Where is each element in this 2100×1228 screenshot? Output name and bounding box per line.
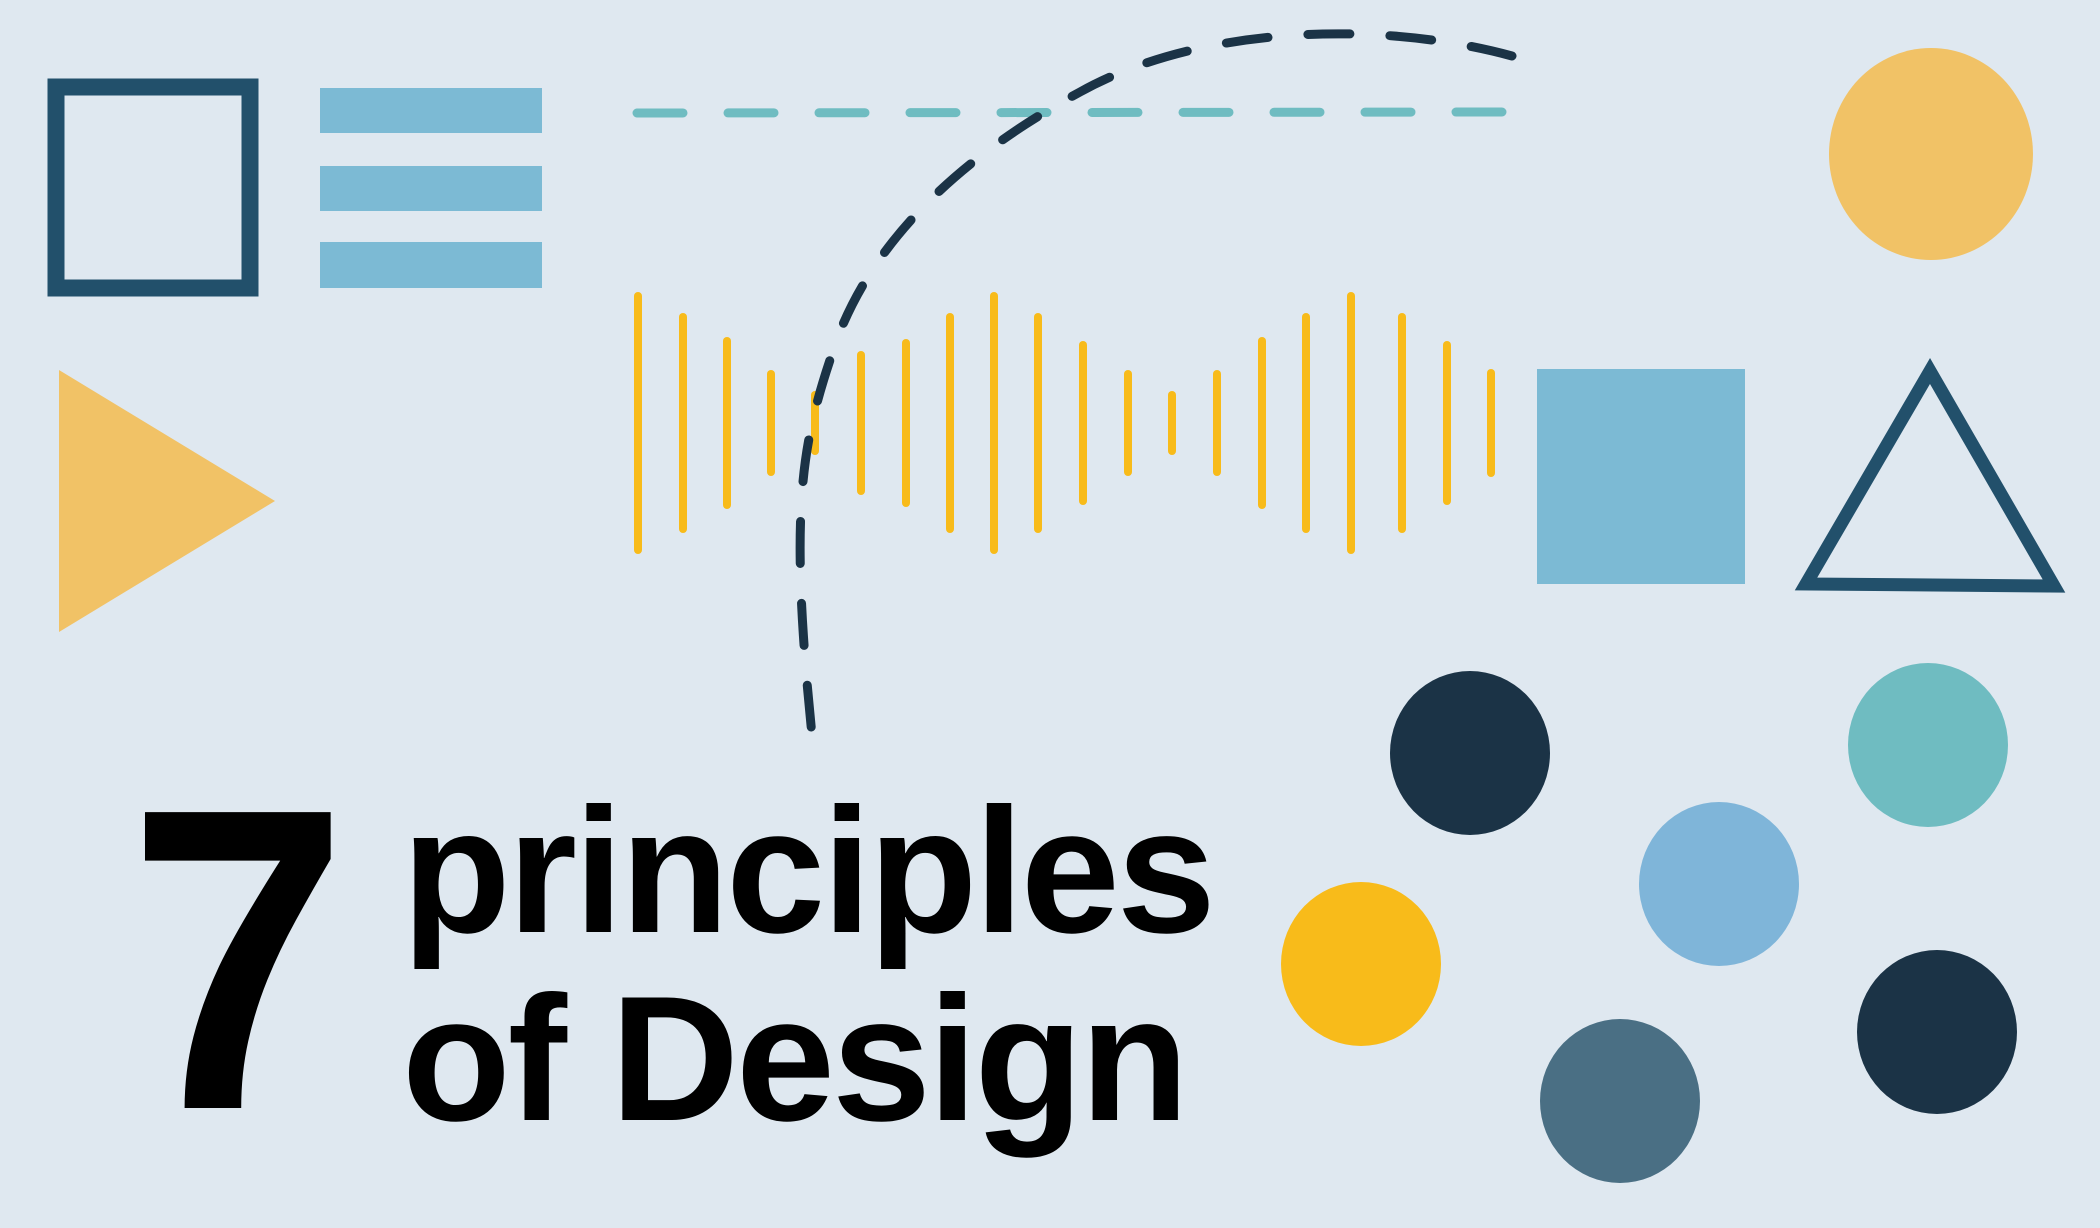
circle-icon <box>1540 1019 1700 1183</box>
circle-icon <box>1390 671 1550 835</box>
equalizer-bars-icon <box>634 292 1495 554</box>
circle-icon <box>1848 663 2008 827</box>
dots-cluster-icon <box>1281 663 2017 1183</box>
circle-icon <box>1281 882 1441 1046</box>
circle-icon <box>1829 48 2033 260</box>
dashed-line-icon <box>632 107 1510 118</box>
hamburger-bars-icon <box>320 88 542 288</box>
triangle-outline-icon <box>1794 358 2066 593</box>
play-triangle-icon <box>59 370 275 632</box>
title-number: 7 <box>128 720 348 1200</box>
title-line-of-design: of Design <box>402 959 1189 1158</box>
square-outline-icon <box>47 78 259 297</box>
title-line-principles: principles <box>402 771 1216 970</box>
square-solid-icon <box>1537 369 1745 584</box>
circle-icon <box>1639 802 1799 966</box>
circle-icon <box>1857 950 2017 1114</box>
